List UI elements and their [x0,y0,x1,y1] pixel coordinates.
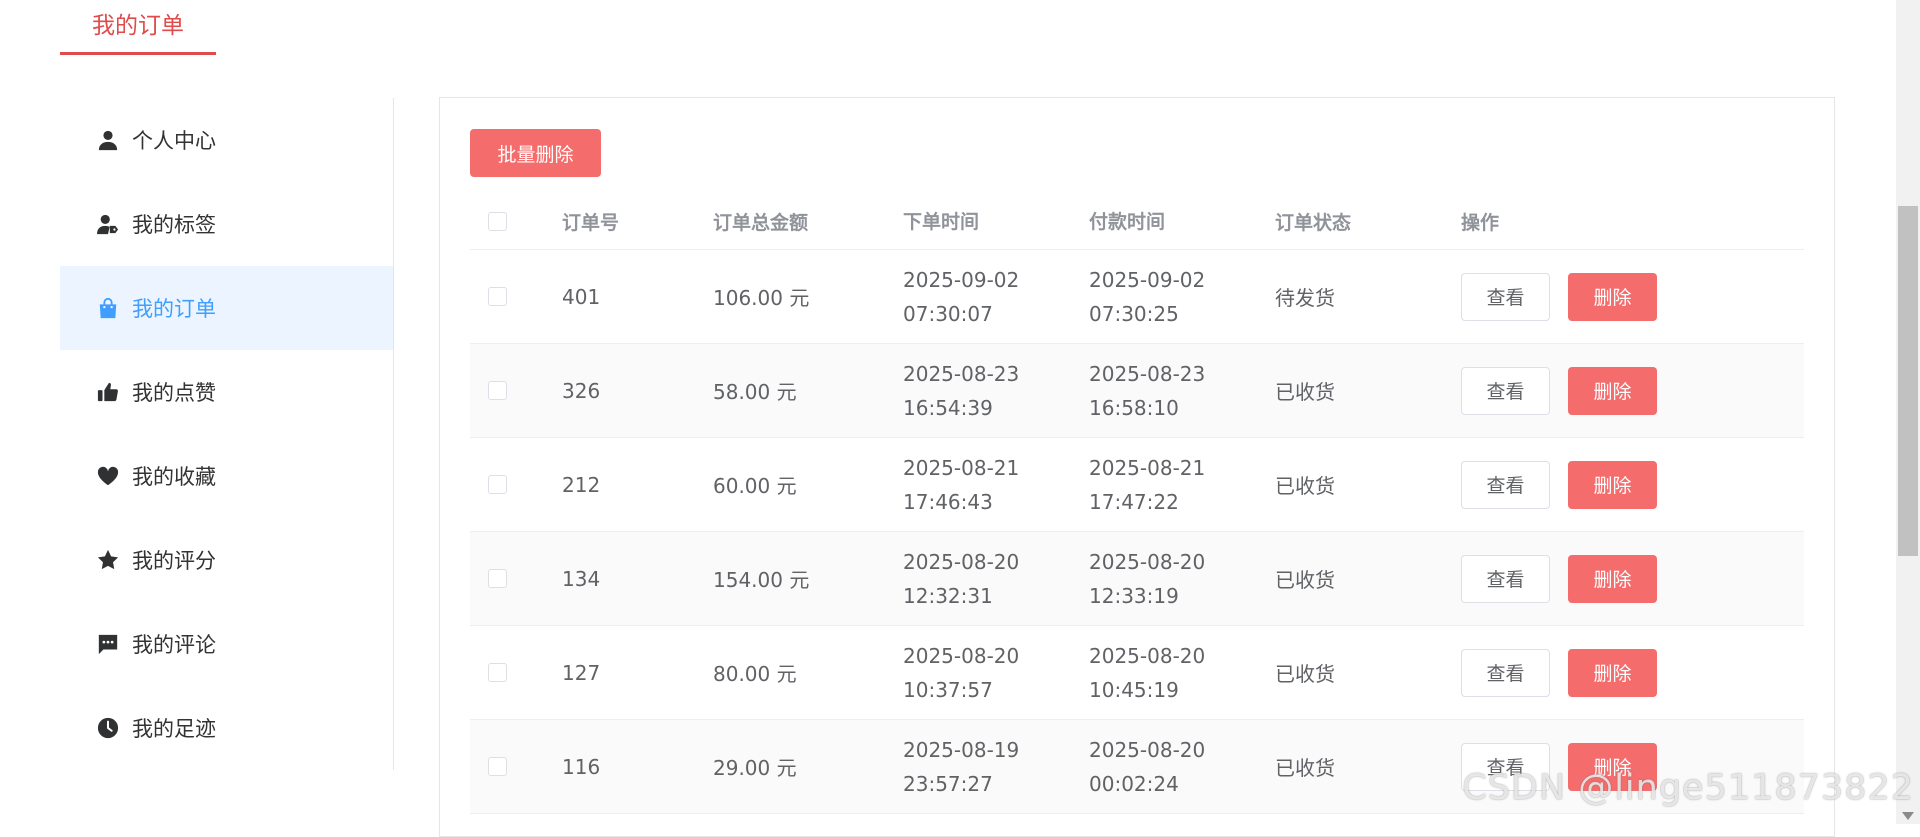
view-button[interactable]: 查看 [1461,366,1550,415]
order-total: 80.00 元 [713,662,797,686]
view-button[interactable]: 查看 [1461,272,1550,321]
order-no: 127 [562,660,601,685]
order-time: 2025-09-02 07:30:07 [903,267,1020,326]
pay-time: 2025-08-21 17:47:22 [1089,455,1206,514]
order-status: 待发货 [1275,286,1335,310]
table-row: 326 58.00 元 2025-08-23 16:54:39 2025-08-2… [470,344,1804,438]
order-time: 2025-08-21 17:46:43 [903,455,1020,514]
sidebar-item-tags[interactable]: 我的标签 [60,182,393,266]
order-total: 29.00 元 [713,756,797,780]
order-time: 2025-08-23 16:54:39 [903,361,1020,420]
sidebar-item-label: 我的点赞 [132,381,216,405]
delete-button[interactable]: 删除 [1568,366,1657,415]
header-status[interactable]: 订单状态 [1275,208,1461,235]
sidebar-item-orders[interactable]: 我的订单 [60,266,393,350]
sidebar-item-label: 我的评论 [132,633,216,657]
table-row: 401 106.00 元 2025-09-02 07:30:07 2025-09-… [470,250,1804,344]
order-status: 已收货 [1275,474,1335,498]
pay-time: 2025-08-20 10:45:19 [1089,643,1206,702]
view-button[interactable]: 查看 [1461,554,1550,603]
order-status: 已收货 [1275,662,1335,686]
delete-button[interactable]: 删除 [1568,272,1657,321]
order-time: 2025-08-19 23:57:27 [903,737,1020,796]
order-status: 已收货 [1275,756,1335,780]
table-row: 212 60.00 元 2025-08-21 17:46:43 2025-08-2… [470,438,1804,532]
order-time: 2025-08-20 10:37:57 [903,643,1020,702]
order-no: 134 [562,566,601,591]
order-time: 2025-08-20 12:32:31 [903,549,1020,608]
user-icon [96,128,120,152]
order-total: 60.00 元 [713,474,797,498]
pay-time: 2025-09-02 07:30:25 [1089,267,1206,326]
sidebar-item-likes[interactable]: 我的点赞 [60,350,393,434]
sidebar-item-favorites[interactable]: 我的收藏 [60,434,393,518]
comment-icon [96,632,120,656]
clock-icon [96,716,120,740]
thumbs-up-icon [96,380,120,404]
order-total: 154.00 元 [713,568,810,592]
table-row: 127 80.00 元 2025-08-20 10:37:57 2025-08-2… [470,626,1804,720]
vertical-scrollbar[interactable] [1896,0,1920,824]
pay-time: 2025-08-23 16:58:10 [1089,361,1206,420]
header-total[interactable]: 订单总金额 [713,208,903,235]
orders-table: 订单号 订单总金额 下单时间 付款时间 订单状态 操作 401 106.00 元… [470,194,1804,814]
order-no: 116 [562,754,601,779]
sidebar-item-ratings[interactable]: 我的评分 [60,518,393,602]
sidebar-item-label: 我的订单 [132,297,216,321]
select-all-checkbox[interactable] [488,212,507,231]
view-button[interactable]: 查看 [1461,460,1550,509]
sidebar: 个人中心 我的标签 我的订单 我的点赞 我的收藏 我的评分 我的评论 我的足迹 [60,98,394,770]
sidebar-item-label: 我的收藏 [132,465,216,489]
pay-time: 2025-08-20 12:33:19 [1089,549,1206,608]
order-no: 401 [562,284,601,309]
star-icon [96,548,120,572]
header-order-time[interactable]: 下单时间 [903,205,1089,239]
row-checkbox[interactable] [488,287,507,306]
delete-button[interactable]: 删除 [1568,554,1657,603]
header-actions: 操作 [1461,212,1500,234]
shopping-bag-icon [96,296,120,320]
sidebar-item-comments[interactable]: 我的评论 [60,602,393,686]
delete-button[interactable]: 删除 [1568,460,1657,509]
order-no: 326 [562,378,601,403]
sidebar-item-label: 我的标签 [132,213,216,237]
order-status: 已收货 [1275,380,1335,404]
scroll-down-arrow-icon[interactable] [1902,812,1914,820]
watermark: CSDN @linge511873822 [1462,768,1914,808]
orders-panel: 批量删除 订单号 订单总金额 下单时间 付款时间 订单状态 操作 401 106… [439,97,1835,837]
header-pay-time[interactable]: 付款时间 [1089,205,1275,239]
sidebar-item-label: 个人中心 [132,129,216,153]
pay-time: 2025-08-20 00:02:24 [1089,737,1206,796]
row-checkbox[interactable] [488,381,507,400]
scrollbar-thumb[interactable] [1898,206,1918,556]
sidebar-item-profile[interactable]: 个人中心 [60,98,393,182]
sidebar-item-history[interactable]: 我的足迹 [60,686,393,770]
table-row: 134 154.00 元 2025-08-20 12:32:31 2025-08-… [470,532,1804,626]
order-total: 106.00 元 [713,286,810,310]
user-tag-icon [96,212,120,236]
sidebar-item-label: 我的评分 [132,549,216,573]
delete-button[interactable]: 删除 [1568,648,1657,697]
order-total: 58.00 元 [713,380,797,404]
table-header: 订单号 订单总金额 下单时间 付款时间 订单状态 操作 [470,194,1804,250]
heart-icon [96,464,120,488]
view-button[interactable]: 查看 [1461,648,1550,697]
row-checkbox[interactable] [488,663,507,682]
page-tab-my-orders[interactable]: 我的订单 [60,0,216,55]
row-checkbox[interactable] [488,757,507,776]
bulk-delete-button[interactable]: 批量删除 [470,129,601,177]
row-checkbox[interactable] [488,569,507,588]
sidebar-item-label: 我的足迹 [132,717,216,741]
page-title: 我的订单 [92,13,184,39]
order-no: 212 [562,472,601,497]
order-status: 已收货 [1275,568,1335,592]
header-order-no[interactable]: 订单号 [562,208,713,235]
row-checkbox[interactable] [488,475,507,494]
